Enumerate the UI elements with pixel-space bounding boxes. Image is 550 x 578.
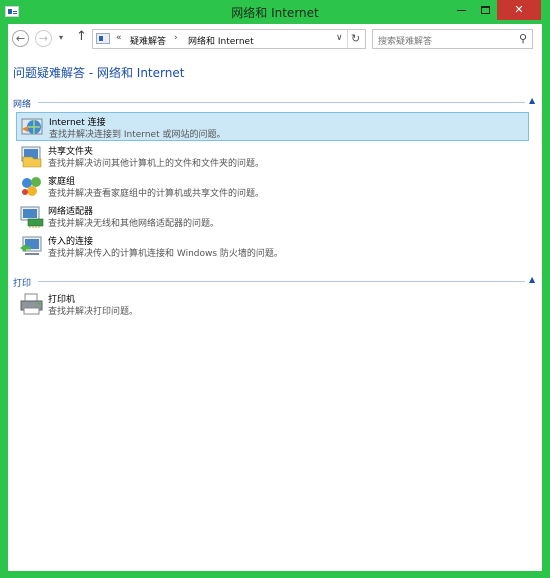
maximize-button[interactable] (473, 0, 497, 20)
close-icon: ✕ (514, 3, 524, 16)
section-label-network: 网络 (13, 100, 32, 110)
address-dropdown-icon[interactable]: ∨ (336, 33, 343, 43)
item-description: 查找并解决打印问题。 (48, 307, 139, 317)
item-description: 查找并解决传入的计算机连接和 Windows 防火墙的问题。 (48, 249, 283, 259)
section-divider (38, 281, 525, 282)
section-divider (38, 102, 525, 103)
chevron-down-icon: ▾ (59, 33, 64, 42)
troubleshooter-shared-folders[interactable]: 共享文件夹 查找并解决访问其他计算机上的文件和文件夹的问题。 (16, 142, 529, 171)
troubleshooter-internet-connections[interactable]: Internet 连接 查找并解决连接到 Internet 或网站的问题。 (16, 112, 529, 141)
up-arrow-icon: ↑ (76, 29, 87, 44)
item-description: 查找并解决无线和其他网络适配器的问题。 (48, 219, 220, 229)
item-description: 查找并解决访问其他计算机上的文件和文件夹的问题。 (48, 159, 265, 169)
search-icon[interactable]: ⚲ (519, 32, 527, 45)
troubleshooter-printer[interactable]: 打印机 查找并解决打印问题。 (16, 290, 529, 319)
recent-locations-button[interactable]: ▾ (59, 33, 63, 42)
homegroup-icon (22, 177, 41, 196)
window-client-area: ← → ▾ ↑ « 疑难解答 › 网络和 Internet ∨ ↻ 搜索疑难解答… (8, 24, 542, 571)
minimize-icon (456, 9, 466, 11)
minimize-button[interactable] (449, 0, 473, 20)
internet-connections-icon (21, 118, 43, 135)
title-bar: 网络和 Internet ✕ (0, 0, 550, 24)
back-button[interactable]: ← (12, 30, 29, 47)
address-bar[interactable]: « 疑难解答 › 网络和 Internet ∨ ↻ (92, 29, 366, 49)
breadcrumb-separator-icon[interactable]: › (174, 33, 178, 43)
breadcrumb-troubleshooting[interactable]: 疑难解答 (130, 34, 166, 47)
troubleshooter-incoming-connections[interactable]: 传入的连接 查找并解决传入的计算机连接和 Windows 防火墙的问题。 (16, 232, 529, 261)
refresh-icon[interactable]: ↻ (351, 32, 360, 45)
address-divider (347, 30, 348, 48)
incoming-connections-icon (20, 236, 42, 255)
up-button[interactable]: ↑ (76, 29, 87, 44)
control-panel-location-icon (96, 33, 110, 44)
page-title: 问题疑难解答 - 网络和 Internet (13, 66, 185, 80)
forward-arrow-icon: → (38, 32, 49, 45)
search-input[interactable]: 搜索疑难解答 (378, 34, 432, 47)
shared-folders-icon (21, 146, 42, 168)
maximize-icon (480, 6, 490, 14)
item-description: 查找并解决查看家庭组中的计算机或共享文件的问题。 (48, 189, 265, 199)
forward-button[interactable]: → (35, 30, 52, 47)
search-box[interactable]: 搜索疑难解答 ⚲ (372, 29, 533, 49)
troubleshooter-network-adapter[interactable]: 网络适配器 查找并解决无线和其他网络适配器的问题。 (16, 202, 529, 231)
address-overflow-icon[interactable]: « (116, 33, 122, 43)
collapse-printing-icon[interactable]: ▲ (529, 275, 535, 284)
network-adapter-icon (20, 206, 44, 228)
close-button[interactable]: ✕ (497, 0, 541, 20)
troubleshooter-homegroup[interactable]: 家庭组 查找并解决查看家庭组中的计算机或共享文件的问题。 (16, 172, 529, 201)
collapse-network-icon[interactable]: ▲ (529, 96, 535, 105)
item-description: 查找并解决连接到 Internet 或网站的问题。 (49, 130, 226, 140)
back-arrow-icon: ← (15, 32, 26, 45)
printer-icon (20, 293, 43, 315)
breadcrumb-network-internet[interactable]: 网络和 Internet (188, 34, 254, 47)
section-label-printing: 打印 (13, 279, 32, 289)
